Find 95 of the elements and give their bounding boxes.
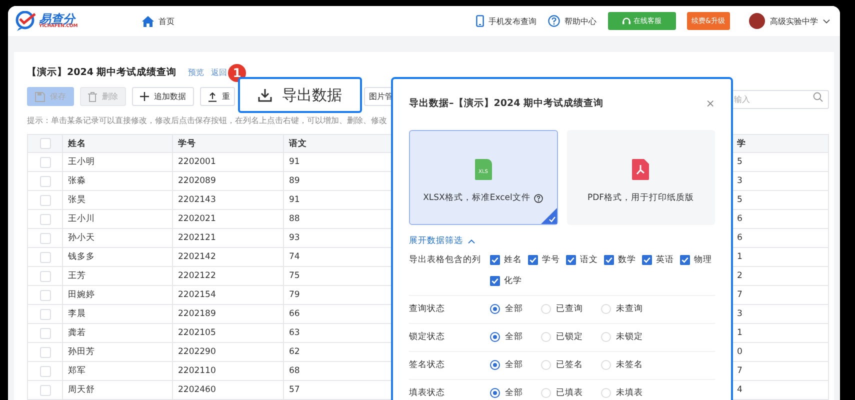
page-title: 【演示】2024 期中考试成绩查询 [27,66,177,78]
upload-icon [208,92,217,102]
table-cell: 2202154 [173,286,284,305]
table-cell: 2202460 [173,381,284,400]
field-label: 填表状态 [409,387,446,400]
row-checkbox[interactable] [40,214,50,224]
table-cell: 2202089 [173,172,284,191]
row-checkbox[interactable] [40,384,50,396]
table-cell: 王芳 [63,267,173,286]
table-cell: 张昊 [63,191,173,210]
table-cell: 2202121 [173,229,284,248]
row-checkbox[interactable] [40,366,50,376]
row-checkbox[interactable] [40,156,50,168]
row-checkbox[interactable] [40,194,50,206]
table-cell: 2202122 [173,267,284,286]
select-all-checkbox[interactable] [40,138,50,149]
table-cell: 张淼 [63,172,173,191]
mobile-publish-link[interactable]: 手机发布查询 [476,15,537,27]
user-name: 高级实验中学 [770,16,818,26]
home-link[interactable]: 首页 [142,16,175,26]
field-label: 查询状态 [409,303,446,316]
dialog-title: 导出数据–【演示】2024 期中考试成绩查询 [409,97,604,110]
table-cell: 孙小天 [63,229,173,248]
column-checkbox[interactable]: 英语 [642,253,674,267]
close-button[interactable]: × [706,97,715,110]
logo-name: 易查分 [39,12,76,25]
row-checkbox[interactable] [40,232,50,244]
field-label: 导出表格包含的列 [409,254,482,267]
table-cell: 孙田芳 [63,343,173,362]
field-label: 签名状态 [409,359,446,372]
table-cell: 周天舒 [63,381,173,400]
pdf-file-icon [632,159,650,180]
hint-text: 提示：单击某条记录可以直接修改，修改后点击保存按钮，在列名上点击右键，可以增加、删除、修改 [27,115,388,127]
table-cell: 郑军 [63,362,173,381]
table-cell: 2202105 [173,324,284,343]
column-header[interactable]: 姓名 [63,135,173,153]
table-cell: 2202142 [173,248,284,267]
selected-corner-check-icon [540,208,556,224]
user-menu[interactable]: 高级实验中学 [749,13,830,29]
column-checkbox[interactable]: 学号 [528,253,560,267]
help-link[interactable]: 帮助中心 [548,15,597,27]
table-cell: 2202290 [173,343,284,362]
radio-option[interactable]: 未查询 [601,302,643,316]
save-icon [35,92,45,102]
add-button[interactable]: 追加数据 [132,87,194,106]
plus-icon [140,92,149,101]
radio-option[interactable]: 全部 [490,386,523,400]
table-cell: 2202021 [173,210,284,229]
column-checkbox[interactable]: 数学 [604,253,636,267]
headset-icon [622,16,631,26]
table-cell: 李晨 [63,305,173,324]
table-cell: 2202001 [173,153,284,172]
radio-option[interactable]: 已查询 [541,302,583,316]
radio-option[interactable]: 全部 [490,302,523,316]
radio-option[interactable]: 已锁定 [541,330,583,344]
table-cell: 钱多多 [63,248,173,267]
row-checkbox[interactable] [40,252,50,262]
column-checkbox[interactable]: 语文 [566,253,598,267]
row-checkbox[interactable] [40,346,50,358]
radio-option[interactable]: 全部 [490,330,523,344]
row-checkbox[interactable] [40,290,50,300]
phone-icon [476,15,484,27]
export-data-button[interactable]: 导出数据 [238,77,362,113]
row-checkbox[interactable] [40,270,50,282]
table-cell: 2202110 [173,362,284,381]
radio-option[interactable]: 未锁定 [601,330,643,344]
help-icon [548,15,560,27]
column-checkbox[interactable]: 化学 [490,274,522,288]
filter-toggle-link[interactable]: 展开数据筛选 [409,235,715,247]
download-icon [258,88,272,102]
column-checkbox[interactable]: 姓名 [490,253,522,267]
table-cell: 田婉婷 [63,286,173,305]
column-checkbox[interactable]: 物理 [680,253,712,267]
table-cell: 王小川 [63,210,173,229]
column-header[interactable]: 学号 [173,135,284,153]
trash-icon [88,92,97,102]
table-cell: 2202189 [173,305,284,324]
logo-icon [15,11,37,31]
table-cell: 2202143 [173,191,284,210]
import-button[interactable]: 重 [200,87,235,106]
row-checkbox[interactable] [40,308,50,320]
table-cell: 王小明 [63,153,173,172]
format-option[interactable]: PDF格式，用于打印纸质版 [566,130,715,225]
search-field[interactable]: 输入 [730,90,829,109]
row-checkbox[interactable] [40,328,50,338]
help-icon [534,194,544,202]
search-icon [813,92,823,102]
house-icon [142,16,154,26]
row-checkbox[interactable] [40,176,50,186]
table-cell: 龚若 [63,324,173,343]
field-label: 锁定状态 [409,330,446,344]
radio-option[interactable]: 未填表 [601,386,643,400]
avatar-icon [749,13,765,29]
radio-option[interactable]: 已填表 [541,386,583,400]
chevron-down-icon [823,18,830,24]
